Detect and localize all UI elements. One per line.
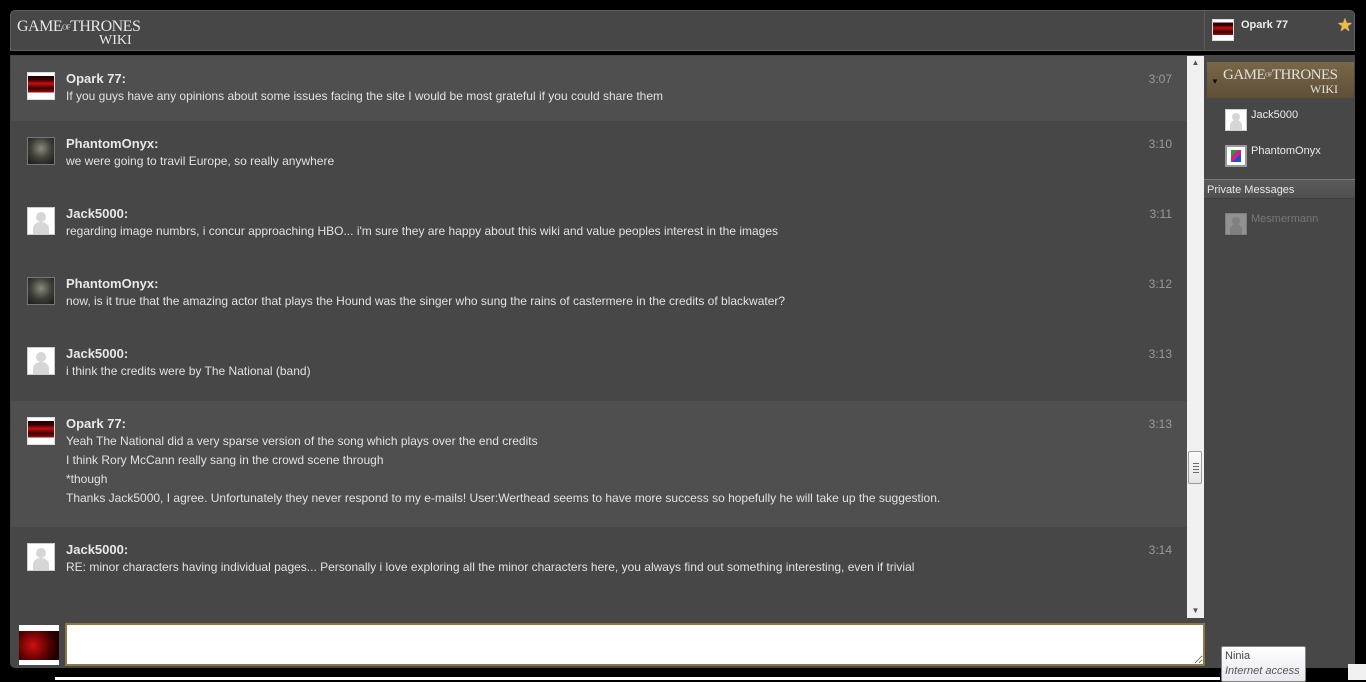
- user-sidebar: ▼ GAMEOFTHRONES WIKI Jack5000 PhantomOny…: [1204, 56, 1355, 618]
- message-author[interactable]: Jack5000:: [66, 346, 1171, 362]
- message-author[interactable]: Jack5000:: [66, 542, 1171, 558]
- message-text: *though: [66, 472, 108, 486]
- message-text: regarding image numbrs, i concur approac…: [66, 224, 779, 238]
- logo-text: GAME: [17, 18, 63, 35]
- room-header[interactable]: ▼ GAMEOFTHRONES WIKI: [1207, 62, 1354, 98]
- chat-message: PhantomOnyx: now, is it true that the ama…: [11, 261, 1187, 331]
- message-timestamp: 3:10: [1148, 137, 1172, 151]
- chat-message: Opark 77: Yeah The National did a very sp…: [11, 401, 1187, 527]
- tooltip-subtitle: Internet access: [1225, 665, 1300, 677]
- avatar[interactable]: [27, 347, 55, 375]
- collapse-caret-icon[interactable]: ▼: [1211, 77, 1219, 86]
- room-logo-text: GAME: [1223, 67, 1266, 83]
- room-logo-of: OF: [1265, 72, 1272, 79]
- message-text: Yeah The National did a very sparse vers…: [66, 434, 538, 448]
- private-messages-header: Private Messages: [1204, 179, 1355, 199]
- room-logo-wiki: WIKI: [1310, 82, 1338, 96]
- private-user-name: Mesmermann: [1251, 213, 1319, 225]
- message-timestamp: 3:13: [1148, 347, 1172, 361]
- current-user[interactable]: Opark 77 ★: [1204, 11, 1355, 50]
- avatar: [1225, 109, 1247, 131]
- input-row: [10, 618, 1355, 668]
- message-author[interactable]: PhantomOnyx:: [66, 136, 1171, 152]
- star-icon[interactable]: ★: [1337, 15, 1353, 36]
- top-bar: GAMEOFTHRONES WIKI Opark 77 ★: [10, 10, 1355, 51]
- message-text: i think the credits were by The National…: [66, 364, 311, 378]
- avatar[interactable]: [27, 72, 55, 100]
- message-text: If you guys have any opinions about some…: [66, 89, 664, 103]
- tooltip-title: Ninia: [1225, 650, 1251, 662]
- current-user-name: Opark 77: [1241, 19, 1289, 31]
- avatar[interactable]: [27, 543, 55, 571]
- message-timestamp: 3:07: [1148, 72, 1172, 86]
- sidebar-user-name: Jack5000: [1251, 109, 1299, 121]
- current-user-avatar: [1212, 19, 1234, 41]
- message-scrollbar[interactable]: ▲ ▼: [1187, 56, 1204, 618]
- avatar[interactable]: [27, 137, 55, 165]
- room-logo-text-2: THRONES: [1271, 67, 1338, 83]
- message-text: RE: minor characters having individual p…: [66, 560, 915, 574]
- message-timestamp: 3:12: [1148, 277, 1172, 291]
- avatar[interactable]: [27, 417, 55, 445]
- message-author[interactable]: Opark 77:: [66, 416, 1171, 432]
- broken-image-icon: [1225, 145, 1247, 167]
- wiki-logo[interactable]: GAMEOFTHRONES WIKI: [17, 15, 141, 49]
- scroll-up-arrow-icon[interactable]: ▲: [1187, 56, 1204, 70]
- avatar[interactable]: [27, 207, 55, 235]
- taskbar-corner: [1348, 664, 1366, 680]
- message-text: Thanks Jack5000, I agree. Unfortunately …: [66, 491, 941, 505]
- message-author[interactable]: Jack5000:: [66, 206, 1171, 222]
- message-timestamp: 3:11: [1149, 207, 1172, 221]
- network-tooltip: Ninia Internet access: [1221, 646, 1306, 682]
- message-timestamp: 3:13: [1148, 417, 1172, 431]
- self-avatar: [19, 625, 59, 665]
- chat-message: Jack5000: RE: minor characters having ind…: [11, 527, 1187, 618]
- message-text: I think Rory McCann really sang in the c…: [66, 453, 384, 467]
- avatar: [1225, 213, 1247, 235]
- message-author[interactable]: PhantomOnyx:: [66, 276, 1171, 292]
- logo-of: OF: [62, 23, 71, 32]
- chat-message: Opark 77: If you guys have any opinions a…: [11, 56, 1187, 121]
- chat-message: Jack5000: regarding image numbrs, i concu…: [11, 191, 1187, 261]
- chat-message: PhantomOnyx: we were going to travil Euro…: [11, 121, 1187, 191]
- avatar[interactable]: [27, 277, 55, 305]
- message-list: Opark 77: If you guys have any opinions a…: [11, 56, 1187, 618]
- sidebar-user-name: PhantomOnyx: [1251, 145, 1321, 157]
- chat-message-input[interactable]: [65, 623, 1205, 666]
- message-author[interactable]: Opark 77:: [66, 71, 1171, 87]
- chat-message: Jack5000: i think the credits were by The…: [11, 331, 1187, 401]
- message-text: now, is it true that the amazing actor t…: [66, 294, 786, 308]
- message-timestamp: 3:14: [1148, 543, 1172, 557]
- scroll-thumb[interactable]: [1188, 450, 1202, 484]
- scroll-down-arrow-icon[interactable]: ▼: [1187, 604, 1204, 618]
- message-text: we were going to travil Europe, so reall…: [66, 154, 335, 168]
- logo-wiki: WIKI: [99, 33, 132, 48]
